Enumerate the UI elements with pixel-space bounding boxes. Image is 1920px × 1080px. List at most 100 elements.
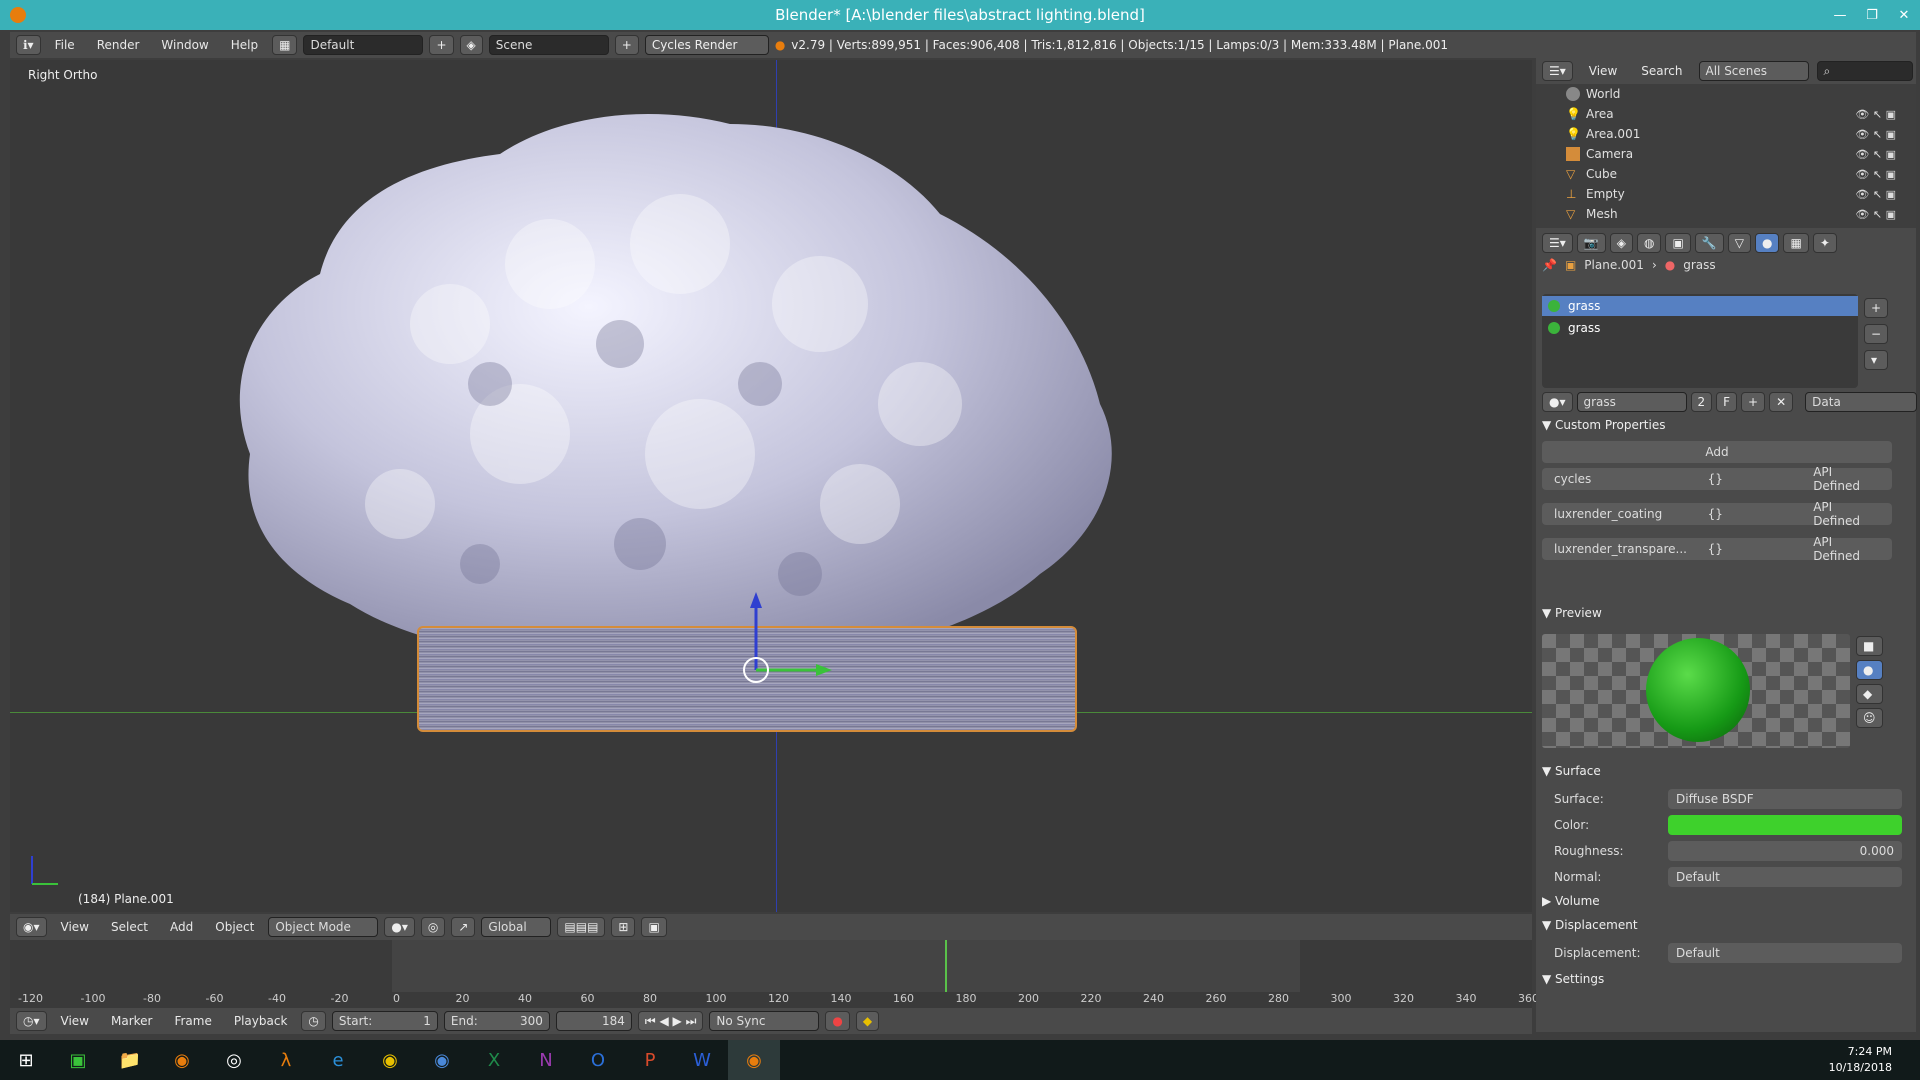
custom-prop-row[interactable]: luxrender_coating {} API Defined — [1542, 500, 1892, 528]
preview-header[interactable]: ▼ Preview — [1542, 606, 1602, 620]
remove-slot-button[interactable]: − — [1864, 324, 1889, 344]
playback-controls-icon[interactable]: ⏮ ◀ ▶ ⏭ — [637, 1011, 704, 1031]
outliner-item-mesh[interactable]: ▽ Mesh 👁 ↖ ▣ — [1536, 204, 1916, 224]
word-icon[interactable]: W — [676, 1040, 728, 1080]
visibility-icons[interactable]: 👁 ↖ ▣ — [1855, 208, 1896, 221]
slot-menu-button[interactable]: ▾ — [1864, 350, 1889, 370]
current-frame-field[interactable]: 184 — [555, 1011, 632, 1031]
outliner-item-world[interactable]: World — [1536, 84, 1916, 104]
visibility-icons[interactable]: 👁 ↖ ▣ — [1855, 188, 1896, 201]
half-life-icon[interactable]: λ — [260, 1040, 312, 1080]
scene-selector[interactable]: Scene — [488, 35, 609, 55]
layout-add-icon[interactable]: + — [429, 35, 454, 55]
outliner-item-camera[interactable]: Camera 👁 ↖ ▣ — [1536, 144, 1916, 164]
roughness-slider[interactable]: 0.000 — [1668, 841, 1902, 861]
menu-add[interactable]: Add — [162, 920, 201, 934]
viewport-editor-type-icon[interactable]: ◉▾ — [16, 917, 47, 937]
render-tab-icon[interactable]: 📷 — [1576, 233, 1606, 253]
timeline-editor-type-icon[interactable]: ◷▾ — [16, 1011, 47, 1031]
keyframe-icon[interactable]: ◆ — [855, 1011, 880, 1031]
preview-cube-icon[interactable]: ◆ — [1856, 684, 1883, 704]
mode-select[interactable]: Object Mode — [268, 917, 379, 937]
start-button[interactable]: ⊞ — [0, 1040, 52, 1080]
file-explorer-icon[interactable]: 📁 — [104, 1040, 156, 1080]
preview-monkey-icon[interactable]: ☺ — [1856, 708, 1883, 728]
fake-user-button[interactable]: F — [1716, 392, 1738, 412]
render-engine-select[interactable]: Cycles Render — [644, 35, 769, 55]
pivot-icon[interactable]: ◎ — [420, 917, 446, 937]
manipulator-icon[interactable]: ↗ — [451, 917, 476, 937]
preview-sphere-icon[interactable]: ● — [1856, 660, 1883, 680]
frame-cursor[interactable] — [945, 940, 947, 992]
color-swatch[interactable] — [1668, 815, 1902, 835]
settings-header[interactable]: ▼ Settings — [1542, 972, 1604, 986]
snap-icon[interactable]: ⊞ — [611, 917, 636, 937]
menu-render[interactable]: Render — [89, 38, 148, 52]
orientation-select[interactable]: Global — [481, 917, 552, 937]
outliner-item-area-001[interactable]: 💡 Area.001 👁 ↖ ▣ — [1536, 124, 1916, 144]
scene-tab-icon[interactable]: ◈ — [1609, 233, 1633, 253]
modifier-tab-icon[interactable]: 🔧 — [1694, 233, 1724, 253]
layout-grid-icon[interactable]: ▦ — [272, 35, 298, 55]
shading-icon[interactable]: ●▾ — [384, 917, 415, 937]
transform-gizmo[interactable] — [730, 590, 870, 750]
surface-header[interactable]: ▼ Surface — [1542, 764, 1601, 778]
menu-object[interactable]: Object — [207, 920, 262, 934]
displacement-header[interactable]: ▼ Displacement — [1542, 918, 1638, 932]
data-tab-icon[interactable]: ▽ — [1727, 233, 1751, 253]
3d-viewport[interactable]: Right Ortho (184) Plane.001 — [10, 60, 1532, 912]
layers-icon[interactable]: ▤▤▤ — [557, 917, 606, 937]
visibility-icons[interactable]: 👁 ↖ ▣ — [1855, 128, 1896, 141]
outliner-scope-select[interactable]: All Scenes — [1698, 61, 1809, 81]
minimize-button[interactable]: — — [1824, 0, 1856, 30]
material-slot-2[interactable]: grass — [1542, 318, 1858, 338]
pin-icon[interactable]: 📌 — [1542, 258, 1557, 272]
close-button[interactable]: ✕ — [1888, 0, 1920, 30]
preview-plane-icon[interactable]: ■ — [1856, 636, 1883, 656]
visibility-icons[interactable]: 👁 ↖ ▣ — [1855, 148, 1896, 161]
store-icon[interactable]: ▣ — [52, 1040, 104, 1080]
menu-playback[interactable]: Playback — [226, 1014, 296, 1028]
scene-icon[interactable]: ◈ — [459, 35, 483, 55]
clock[interactable]: 7:24 PM 10/18/2018 — [1829, 1044, 1892, 1076]
editor-type-icon[interactable]: ℹ▾ — [16, 35, 41, 55]
powerpoint-icon[interactable]: P — [624, 1040, 676, 1080]
custom-prop-row[interactable]: cycles {} API Defined — [1542, 465, 1892, 493]
menu-marker[interactable]: Marker — [103, 1014, 160, 1028]
users-count[interactable]: 2 — [1690, 392, 1713, 412]
material-slot-1[interactable]: grass — [1542, 296, 1858, 316]
world-tab-icon[interactable]: ◍ — [1636, 233, 1662, 253]
menu-select[interactable]: Select — [103, 920, 156, 934]
volume-header[interactable]: ▶ Volume — [1542, 894, 1600, 908]
properties-editor-type-icon[interactable]: ☰▾ — [1542, 233, 1573, 253]
chromium-icon[interactable]: ◉ — [416, 1040, 468, 1080]
outliner-menu-search[interactable]: Search — [1633, 64, 1690, 78]
steam-icon[interactable]: ◎ — [208, 1040, 260, 1080]
menu-tl-view[interactable]: View — [53, 1014, 97, 1028]
add-slot-button[interactable]: + — [1864, 298, 1889, 318]
displacement-select[interactable]: Default — [1668, 943, 1902, 963]
menu-file[interactable]: File — [47, 38, 83, 52]
link-select[interactable]: Data — [1805, 392, 1918, 412]
outliner-item-empty[interactable]: ⊥ Empty 👁 ↖ ▣ — [1536, 184, 1916, 204]
object-tab-icon[interactable]: ▣ — [1665, 233, 1691, 253]
layout-selector[interactable]: Default — [303, 35, 424, 55]
edge-icon[interactable]: e — [312, 1040, 364, 1080]
custom-prop-row[interactable]: luxrender_transpare... {} API Defined — [1542, 535, 1892, 563]
maximize-button[interactable]: ❐ — [1856, 0, 1888, 30]
start-frame-field[interactable]: Start: 1 — [331, 1011, 438, 1031]
add-custom-property-button[interactable]: Add — [1542, 441, 1892, 463]
menu-frame[interactable]: Frame — [166, 1014, 219, 1028]
chrome-icon[interactable]: ◉ — [364, 1040, 416, 1080]
menu-view[interactable]: View — [53, 920, 97, 934]
outliner-editor-type-icon[interactable]: ☰▾ — [1542, 61, 1573, 81]
texture-tab-icon[interactable]: ▦ — [1783, 233, 1809, 253]
cloud-mesh[interactable] — [220, 104, 1138, 674]
particles-tab-icon[interactable]: ✦ — [1812, 233, 1837, 253]
excel-icon[interactable]: X — [468, 1040, 520, 1080]
visibility-icons[interactable]: 👁 ↖ ▣ — [1855, 168, 1896, 181]
normal-select[interactable]: Default — [1668, 867, 1902, 887]
custom-properties-header[interactable]: ▼ Custom Properties — [1542, 418, 1665, 432]
outliner-item-cube[interactable]: ▽ Cube 👁 ↖ ▣ — [1536, 164, 1916, 184]
outliner-item-area[interactable]: 💡 Area 👁 ↖ ▣ — [1536, 104, 1916, 124]
